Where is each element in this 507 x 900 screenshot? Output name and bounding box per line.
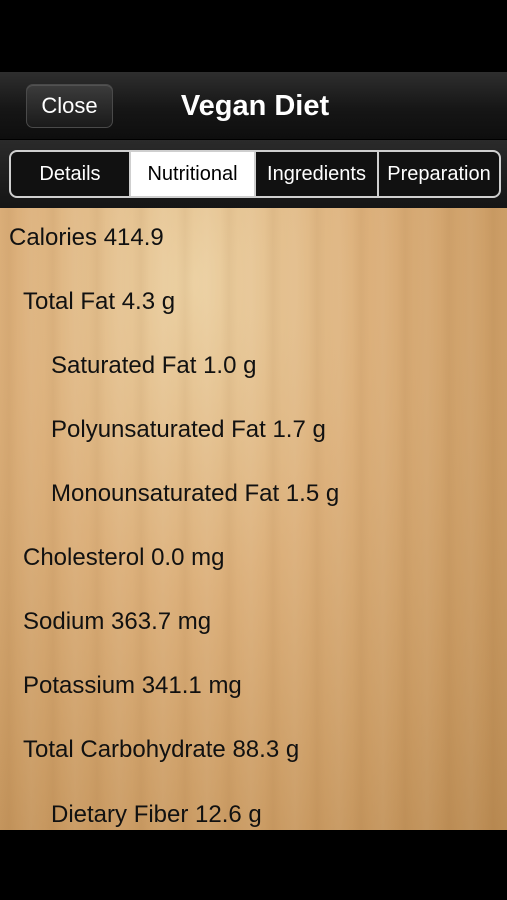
status-bar bbox=[0, 0, 507, 72]
nutrient-monounsaturated-fat: Monounsaturated Fat 1.5 g bbox=[51, 480, 340, 507]
tab-preparation[interactable]: Preparation bbox=[379, 152, 499, 196]
nutrition-list[interactable]: Calories 414.9 Total Fat 4.3 g Saturated… bbox=[0, 208, 507, 830]
tab-strip: Details Nutritional Ingredients Preparat… bbox=[0, 140, 507, 208]
navigation-bar: Close Vegan Diet bbox=[0, 72, 507, 140]
close-button[interactable]: Close bbox=[26, 84, 113, 128]
nutrient-calories: Calories 414.9 bbox=[9, 224, 164, 251]
bottom-bar bbox=[0, 830, 507, 900]
tab-nutritional[interactable]: Nutritional bbox=[131, 152, 256, 196]
page-title: Vegan Diet bbox=[180, 90, 330, 122]
tab-ingredients[interactable]: Ingredients bbox=[256, 152, 379, 196]
nutrient-cholesterol: Cholesterol 0.0 mg bbox=[23, 544, 225, 571]
nutrient-total-fat: Total Fat 4.3 g bbox=[23, 288, 176, 315]
nutrient-sodium: Sodium 363.7 mg bbox=[23, 608, 212, 635]
nutrient-total-carbohydrate: Total Carbohydrate 88.3 g bbox=[23, 736, 300, 763]
nutrient-polyunsaturated-fat: Polyunsaturated Fat 1.7 g bbox=[51, 416, 326, 443]
tab-details[interactable]: Details bbox=[11, 152, 131, 196]
nutrient-dietary-fiber: Dietary Fiber 12.6 g bbox=[51, 801, 262, 828]
nutrient-potassium: Potassium 341.1 mg bbox=[23, 672, 242, 699]
segmented-control: Details Nutritional Ingredients Preparat… bbox=[9, 150, 501, 198]
nutrient-saturated-fat: Saturated Fat 1.0 g bbox=[51, 352, 257, 379]
